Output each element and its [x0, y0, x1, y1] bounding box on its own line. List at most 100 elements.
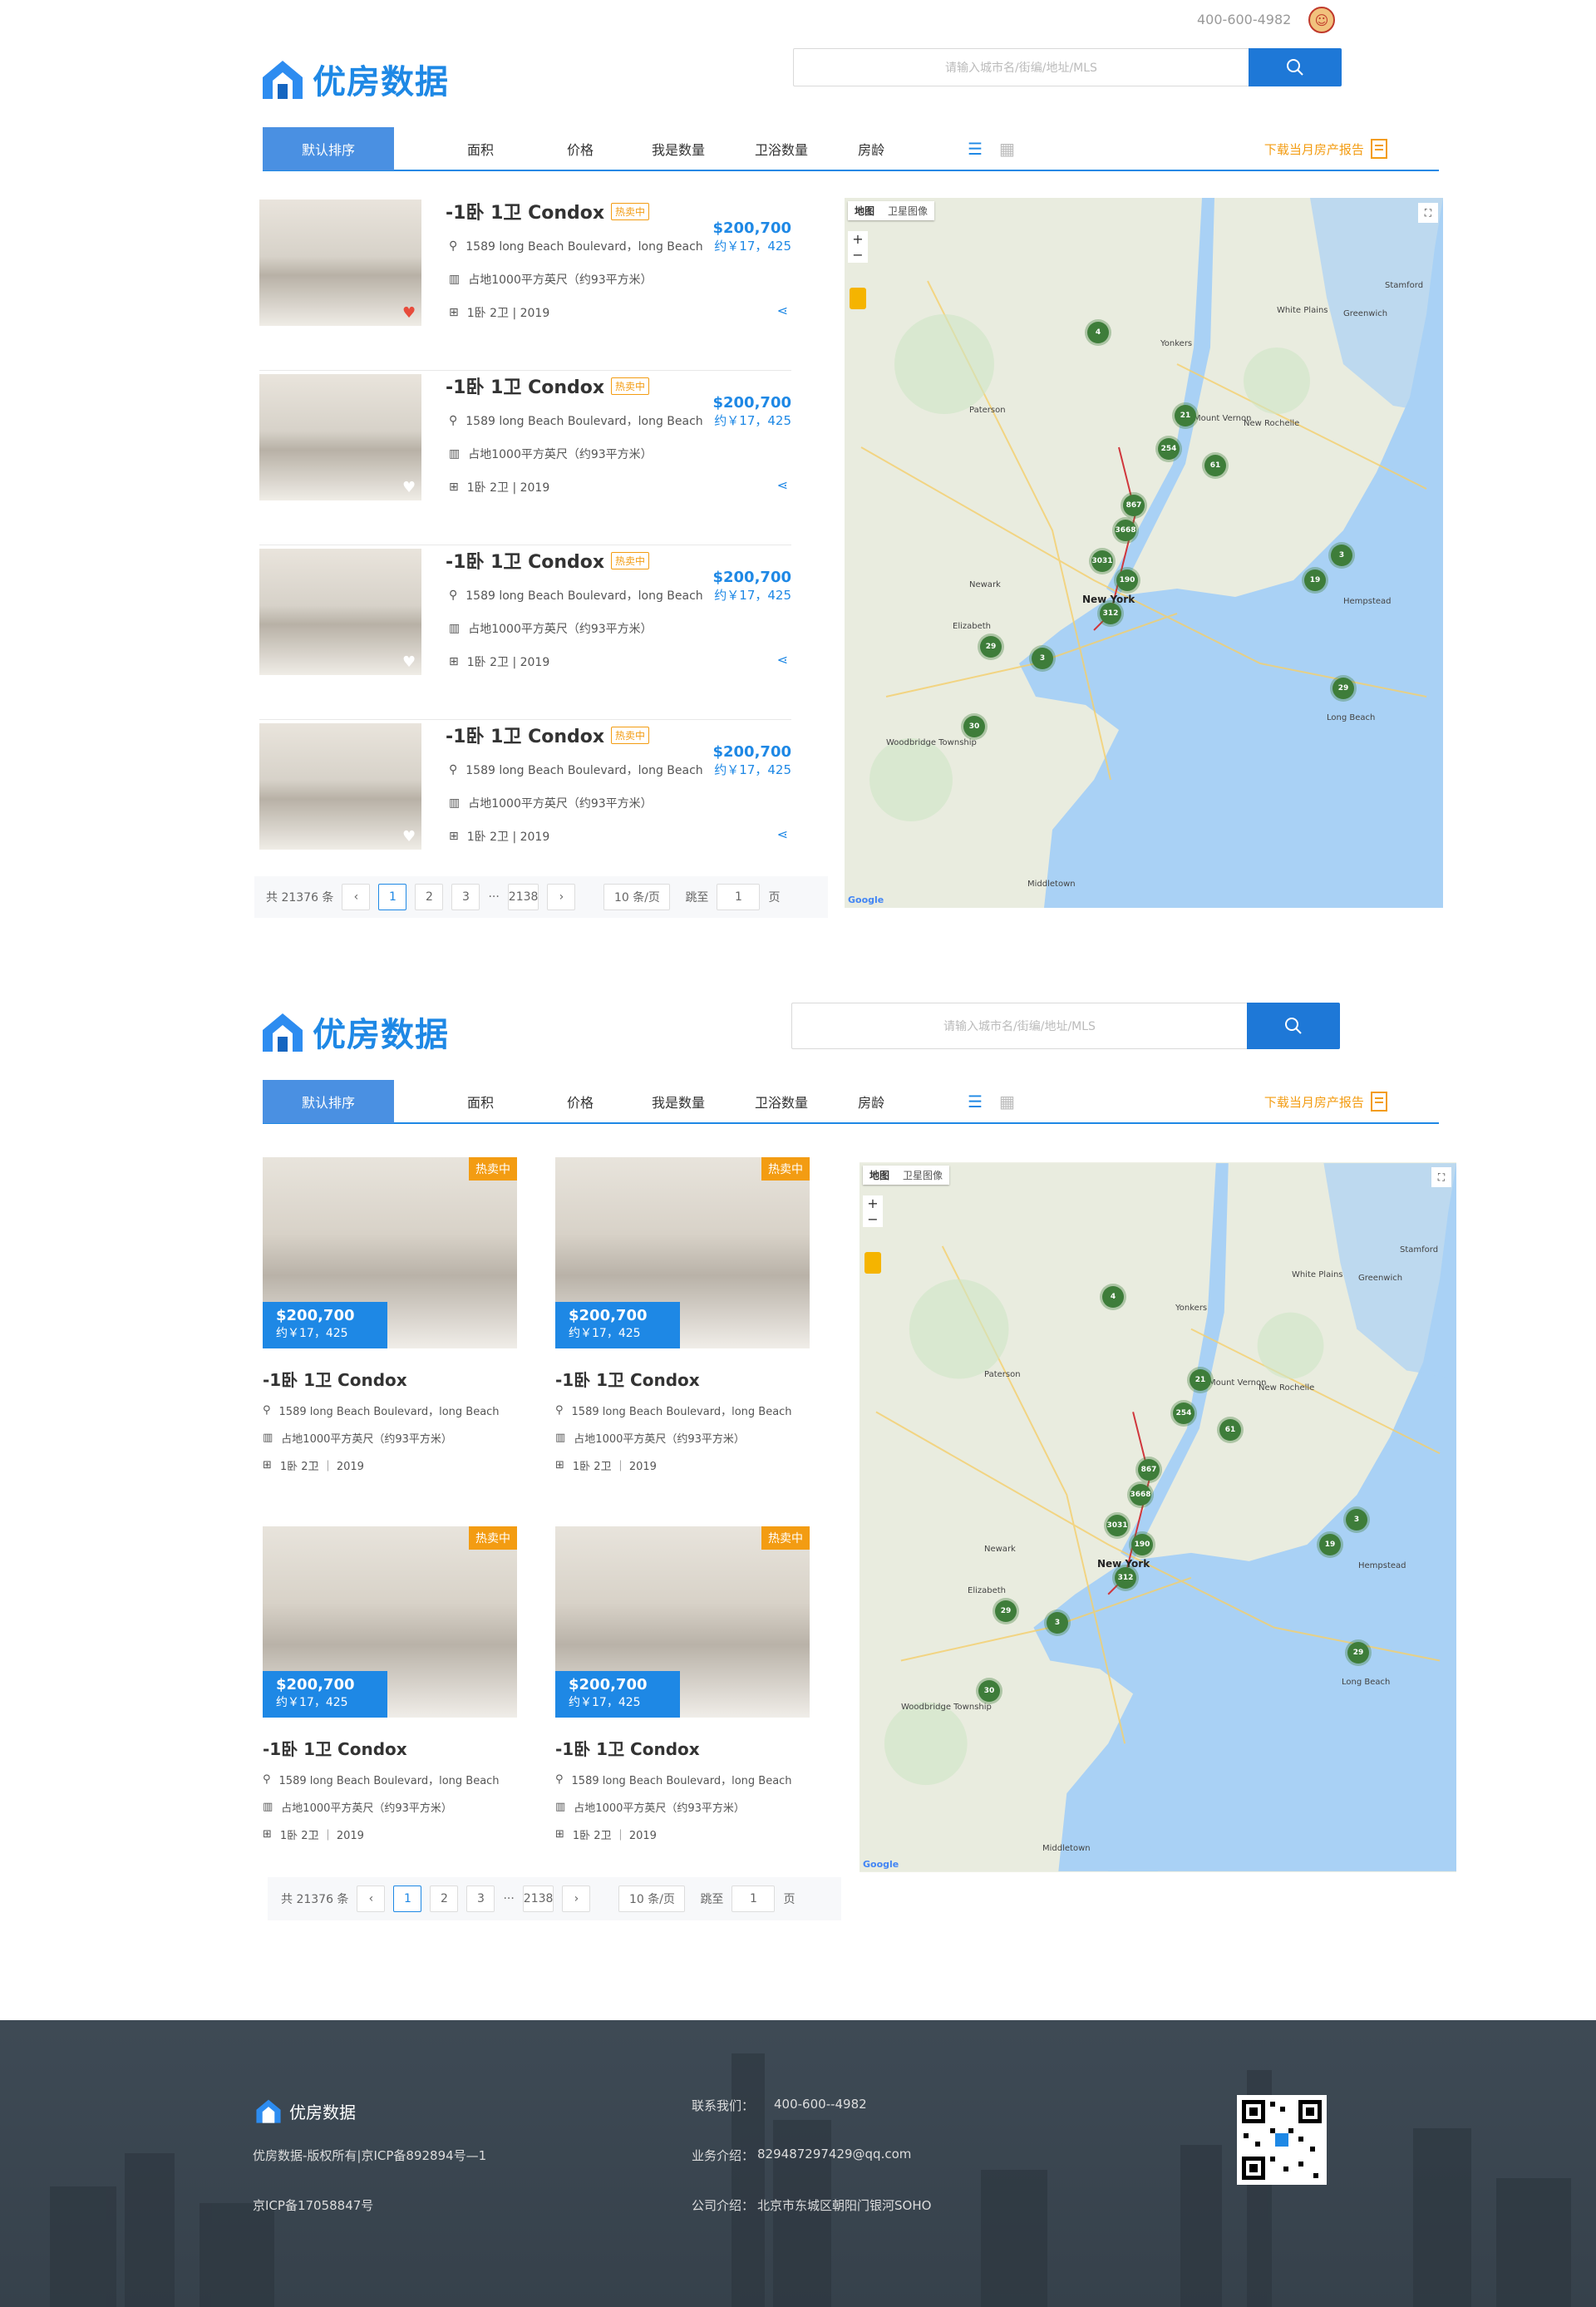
- listing-photo[interactable]: [259, 549, 421, 675]
- page-2-button[interactable]: 2: [430, 1886, 459, 1912]
- fullscreen-icon[interactable]: ⛶: [1418, 203, 1438, 223]
- tab-age[interactable]: 房龄: [858, 139, 884, 159]
- street-view-pegman-icon[interactable]: [864, 1252, 881, 1274]
- listing-photo[interactable]: 热卖中 $200,700 约￥17，425: [555, 1526, 810, 1718]
- grid-card[interactable]: 热卖中 $200,700 约￥17，425 -1卧 1卫 Condox ⚲ 158…: [263, 1526, 517, 1842]
- map-cluster-marker[interactable]: 3: [1346, 1509, 1367, 1531]
- map-cluster-marker[interactable]: 4: [1087, 322, 1109, 343]
- listing-title[interactable]: -1卧 1卫 Condox: [555, 1367, 810, 1391]
- map-cluster-marker[interactable]: 61: [1219, 1419, 1241, 1441]
- search-button[interactable]: [1247, 1003, 1340, 1049]
- grid-view-icon[interactable]: ▦: [999, 139, 1015, 159]
- jump-input[interactable]: 1: [732, 1886, 776, 1912]
- list-view-icon[interactable]: ☰: [968, 1092, 983, 1112]
- list-item[interactable]: ♥ -1卧 1卫 Condox 热卖中 ⚲ 1589 long Beach Bou…: [259, 196, 791, 371]
- contact-value[interactable]: 400-600--4982: [774, 2097, 867, 2114]
- grid-card[interactable]: 热卖中 $200,700 约￥17，425 -1卧 1卫 Condox ⚲ 158…: [555, 1526, 810, 1842]
- map-view[interactable]: 地图 卫星图像 ⛶ + − New York Yonkers Paterson …: [860, 1162, 1456, 1872]
- download-report-link[interactable]: 下载当月房产报告: [1264, 1092, 1387, 1112]
- map-cluster-marker[interactable]: 4: [1102, 1286, 1124, 1308]
- page-size-select[interactable]: 10 条/页: [603, 884, 671, 910]
- page-1-button[interactable]: 1: [393, 1886, 422, 1912]
- listing-title[interactable]: -1卧 1卫 Condox: [555, 1736, 810, 1760]
- share-icon[interactable]: ⋖: [777, 652, 788, 668]
- grid-view-icon[interactable]: ▦: [999, 1092, 1015, 1112]
- map-cluster-marker[interactable]: 3031: [1106, 1515, 1128, 1536]
- map-cluster-marker[interactable]: 312: [1115, 1567, 1136, 1589]
- street-view-pegman-icon[interactable]: [850, 288, 866, 309]
- listing-title[interactable]: -1卧 1卫 Condox: [446, 722, 604, 748]
- map-cluster-marker[interactable]: 3668: [1130, 1484, 1151, 1506]
- search-input[interactable]: 请输入城市名/街编/地址/MLS: [793, 48, 1249, 86]
- listing-title[interactable]: -1卧 1卫 Condox: [446, 372, 604, 399]
- prev-page-button[interactable]: ‹: [357, 1886, 386, 1912]
- map-tab-map[interactable]: 地图: [863, 1166, 896, 1185]
- grid-card[interactable]: 热卖中 $200,700 约￥17，425 -1卧 1卫 Condox ⚲ 158…: [555, 1157, 810, 1473]
- favorite-heart-icon[interactable]: ♥: [402, 304, 416, 322]
- footer-brand[interactable]: 优房数据: [254, 2097, 356, 2125]
- tab-area[interactable]: 面积: [467, 139, 494, 159]
- listing-photo[interactable]: [259, 723, 421, 850]
- map-cluster-marker[interactable]: 29: [1347, 1642, 1369, 1664]
- map-cluster-marker[interactable]: 867: [1138, 1459, 1160, 1481]
- listing-title[interactable]: -1卧 1卫 Condox: [263, 1736, 517, 1760]
- map-cluster-marker[interactable]: 190: [1116, 569, 1138, 591]
- map-tab-map[interactable]: 地图: [848, 201, 881, 220]
- listing-photo[interactable]: [259, 374, 421, 500]
- favorite-heart-icon[interactable]: ♥: [402, 828, 416, 845]
- map-cluster-marker[interactable]: 867: [1123, 495, 1145, 516]
- map-cluster-marker[interactable]: 61: [1204, 455, 1226, 476]
- tab-bathrooms[interactable]: 卫浴数量: [755, 139, 808, 159]
- map-cluster-marker[interactable]: 254: [1173, 1402, 1195, 1424]
- listing-title[interactable]: -1卧 1卫 Condox: [446, 547, 604, 574]
- list-item[interactable]: ♥ -1卧 1卫 Condox 热卖中 ⚲ 1589 long Beach Bou…: [259, 545, 791, 720]
- listing-title[interactable]: -1卧 1卫 Condox: [446, 198, 604, 224]
- map-cluster-marker[interactable]: 3: [1047, 1612, 1068, 1634]
- download-report-link[interactable]: 下载当月房产报告: [1264, 139, 1387, 159]
- fullscreen-icon[interactable]: ⛶: [1431, 1167, 1451, 1187]
- tab-price[interactable]: 价格: [567, 139, 594, 159]
- list-view-icon[interactable]: ☰: [968, 139, 983, 159]
- list-item[interactable]: ♥ -1卧 1卫 Condox 热卖中 ⚲ 1589 long Beach Bou…: [259, 371, 791, 545]
- map-view[interactable]: 地图 卫星图像 ⛶ + − New York Yonkers Paterson …: [845, 198, 1443, 908]
- map-cluster-marker[interactable]: 19: [1304, 569, 1326, 591]
- map-canvas[interactable]: [845, 198, 1443, 908]
- zoom-out-button[interactable]: −: [863, 1211, 883, 1227]
- map-cluster-marker[interactable]: 19: [1319, 1534, 1341, 1555]
- page-size-select[interactable]: 10 条/页: [618, 1886, 686, 1912]
- map-cluster-marker[interactable]: 3031: [1091, 550, 1113, 572]
- page-2-button[interactable]: 2: [415, 884, 444, 910]
- user-avatar[interactable]: ☺: [1308, 7, 1335, 33]
- tab-price[interactable]: 价格: [567, 1092, 594, 1112]
- favorite-heart-icon[interactable]: ♥: [402, 479, 416, 496]
- map-cluster-marker[interactable]: 21: [1190, 1369, 1211, 1391]
- map-cluster-marker[interactable]: 3668: [1115, 520, 1136, 541]
- share-icon[interactable]: ⋖: [777, 303, 788, 318]
- page-3-button[interactable]: 3: [451, 884, 480, 910]
- map-cluster-marker[interactable]: 30: [963, 716, 985, 737]
- tab-area[interactable]: 面积: [467, 1092, 494, 1112]
- qr-code-icon[interactable]: [1237, 2095, 1327, 2185]
- map-cluster-marker[interactable]: 30: [978, 1680, 1000, 1702]
- last-page-button[interactable]: 2138: [522, 1886, 554, 1912]
- map-cluster-marker[interactable]: 312: [1100, 603, 1121, 624]
- listing-title[interactable]: -1卧 1卫 Condox: [263, 1367, 517, 1391]
- map-cluster-marker[interactable]: 3: [1331, 545, 1352, 566]
- tab-bathrooms[interactable]: 卫浴数量: [755, 1092, 808, 1112]
- business-email[interactable]: 829487297429@qq.com: [757, 2147, 911, 2164]
- jump-input[interactable]: 1: [717, 884, 761, 910]
- last-page-button[interactable]: 2138: [507, 884, 539, 910]
- map-cluster-marker[interactable]: 3: [1032, 648, 1053, 669]
- search-button[interactable]: [1249, 48, 1342, 86]
- listing-photo[interactable]: [259, 200, 421, 326]
- tab-age[interactable]: 房龄: [858, 1092, 884, 1112]
- map-cluster-marker[interactable]: 29: [1332, 678, 1354, 699]
- zoom-in-button[interactable]: +: [863, 1195, 883, 1211]
- listing-photo[interactable]: 热卖中 $200,700 约￥17，425: [555, 1157, 810, 1348]
- listing-photo[interactable]: 热卖中 $200,700 约￥17，425: [263, 1157, 517, 1348]
- map-cluster-marker[interactable]: 29: [995, 1600, 1017, 1622]
- zoom-out-button[interactable]: −: [848, 247, 868, 263]
- page-1-button[interactable]: 1: [378, 884, 407, 910]
- list-item[interactable]: ♥ -1卧 1卫 Condox 热卖中 ⚲ 1589 long Beach Bou…: [259, 720, 791, 895]
- tab-default-sort[interactable]: 默认排序: [263, 1080, 394, 1123]
